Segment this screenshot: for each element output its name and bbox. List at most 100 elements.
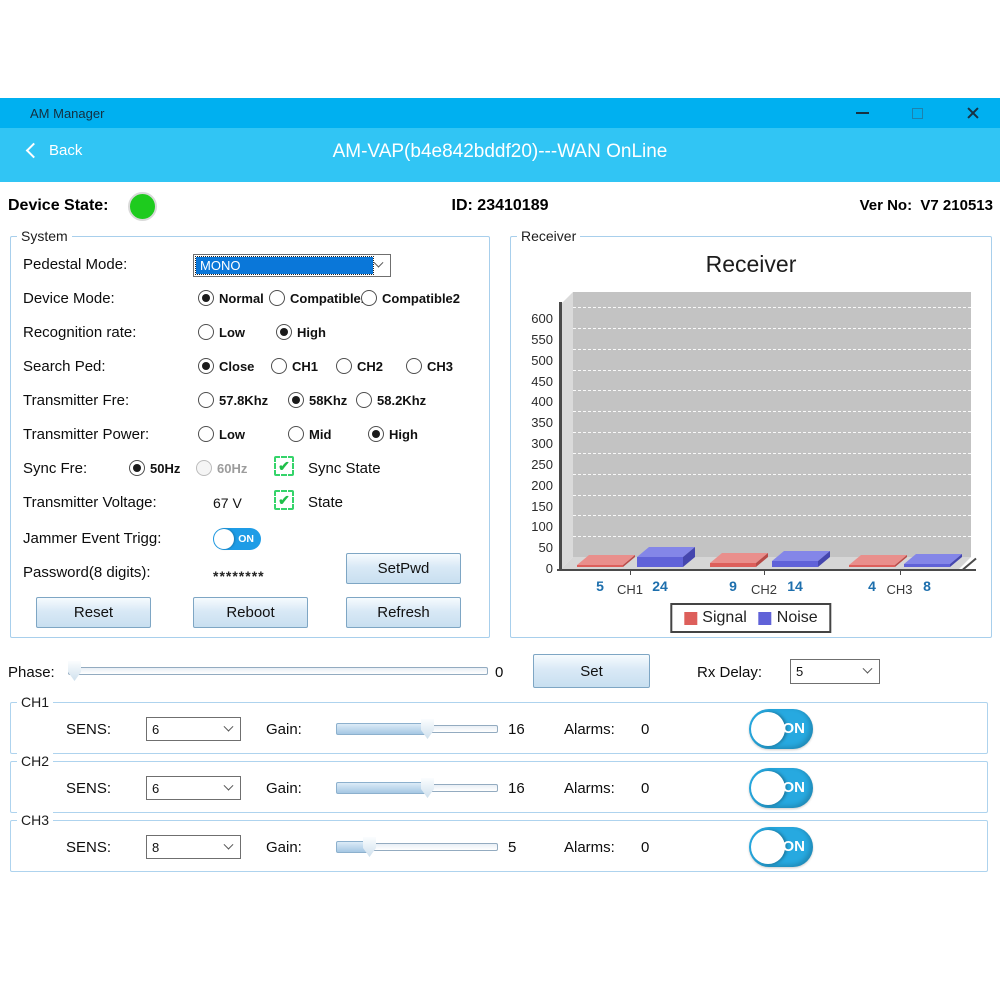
radio-icon <box>198 426 214 442</box>
y-tick-label: 400 <box>513 394 553 409</box>
x-axis-tick <box>764 571 765 575</box>
radio-icon <box>361 290 377 306</box>
gridline <box>573 495 971 496</box>
close-button[interactable] <box>945 98 1000 128</box>
pedestal-mode-select[interactable]: MONO <box>193 254 391 277</box>
legend-label: Noise <box>777 609 818 627</box>
reset-button[interactable]: Reset <box>36 597 151 628</box>
gridline <box>573 515 971 516</box>
radio-device-mode-compatible2[interactable]: Compatible2 <box>361 290 460 306</box>
radio-fre-58[interactable]: 58Khz <box>288 392 347 408</box>
gridline <box>573 328 971 329</box>
ch2-gain-slider[interactable] <box>336 777 498 799</box>
system-group: System Pedestal Mode: MONO Device Mode: … <box>10 236 490 638</box>
jammer-toggle[interactable]: ON <box>213 528 261 550</box>
x-category-label-CH2: CH2 <box>751 582 777 597</box>
radio-search-ped-ch2[interactable]: CH2 <box>336 358 383 374</box>
minimize-button[interactable] <box>835 98 890 128</box>
ch3-sens-select[interactable]: 8 <box>146 835 241 859</box>
bar-front-Noise-CH1 <box>637 557 683 567</box>
ch1-sens-value: 6 <box>147 722 225 737</box>
radio-icon <box>198 392 214 408</box>
radio-recognition-high[interactable]: High <box>276 324 326 340</box>
window-controls <box>835 98 1000 128</box>
toggle-knob <box>751 771 785 805</box>
refresh-button[interactable]: Refresh <box>346 597 461 628</box>
chart-x-axis-line <box>557 569 976 571</box>
radio-power-high[interactable]: High <box>368 426 418 442</box>
status-row: Device State: ID: 23410189 Ver No: V7 21… <box>0 190 1000 226</box>
set-button[interactable]: Set <box>533 654 650 688</box>
setpwd-button[interactable]: SetPwd <box>346 553 461 584</box>
slider-thumb[interactable] <box>421 778 434 798</box>
y-tick-label: 450 <box>513 374 553 389</box>
id-value: 23410189 <box>477 197 548 214</box>
radio-sync-50hz[interactable]: 50Hz <box>129 460 180 476</box>
y-tick-label: 150 <box>513 499 553 514</box>
toggle-state: ON <box>783 838 806 855</box>
radio-search-ped-close[interactable]: Close <box>198 358 254 374</box>
receiver-group: Receiver Receiver 0501001502002503003504… <box>510 236 992 638</box>
gridline <box>573 536 971 537</box>
sync-fre-label: Sync Fre: <box>23 460 87 477</box>
ch2-group-label: CH2 <box>17 753 53 769</box>
ch2-sens-label: SENS: <box>66 780 111 797</box>
bar-front-Signal-CH3 <box>849 565 895 567</box>
legend-swatch-Noise <box>759 612 772 625</box>
ch3-gain-slider[interactable] <box>336 836 498 858</box>
ch3-gain-value: 5 <box>508 839 516 856</box>
transmitter-power-label: Transmitter Power: <box>23 426 149 443</box>
ch1-sens-select[interactable]: 6 <box>146 717 241 741</box>
gridline <box>573 411 971 412</box>
bar-front-Signal-CH1 <box>577 565 623 567</box>
state-checkbox[interactable]: ✔ <box>274 490 294 510</box>
x-axis-tick <box>630 571 631 575</box>
radio-recognition-low[interactable]: Low <box>198 324 245 340</box>
slider-track[interactable] <box>68 667 488 675</box>
radio-icon <box>368 426 384 442</box>
pedestal-mode-value: MONO <box>196 257 373 274</box>
radio-fre-57-8[interactable]: 57.8Khz <box>198 392 268 408</box>
sync-state-checkbox[interactable]: ✔ <box>274 456 294 476</box>
radio-search-ped-ch3[interactable]: CH3 <box>406 358 453 374</box>
radio-search-ped-ch1[interactable]: CH1 <box>271 358 318 374</box>
slider-thumb[interactable] <box>68 661 81 681</box>
legend-swatch-Signal <box>684 612 697 625</box>
radio-device-mode-compatible1[interactable]: Compatible1 <box>269 290 368 306</box>
radio-device-mode-normal[interactable]: Normal <box>198 290 264 306</box>
radio-power-low[interactable]: Low <box>198 426 245 442</box>
bar-front-Signal-CH2 <box>710 563 756 567</box>
ch1-group-label: CH1 <box>17 694 53 710</box>
ch3-toggle[interactable]: ON <box>749 827 813 867</box>
phase-slider[interactable] <box>68 660 488 682</box>
x-value-label-Signal-CH2: 9 <box>729 578 737 594</box>
radio-fre-58-2[interactable]: 58.2Khz <box>356 392 426 408</box>
reboot-button[interactable]: Reboot <box>193 597 308 628</box>
slider-thumb[interactable] <box>421 719 434 739</box>
toggle-state: ON <box>238 533 254 545</box>
ch2-sens-select[interactable]: 6 <box>146 776 241 800</box>
x-value-label-Noise-CH3: 8 <box>923 578 931 594</box>
ch3-group-label: CH3 <box>17 812 53 828</box>
toggle-state: ON <box>783 720 806 737</box>
radio-icon <box>288 426 304 442</box>
ch1-gain-label: Gain: <box>266 721 302 738</box>
receiver-group-label: Receiver <box>517 228 580 244</box>
slider-thumb[interactable] <box>363 837 376 857</box>
chart-legend: SignalNoise <box>670 603 831 633</box>
radio-power-mid[interactable]: Mid <box>288 426 331 442</box>
maximize-button[interactable] <box>890 98 945 128</box>
ch3-alarms-value: 0 <box>641 839 649 856</box>
ch1-gain-slider[interactable] <box>336 718 498 740</box>
toggle-state: ON <box>783 779 806 796</box>
search-ped-label: Search Ped: <box>23 358 106 375</box>
ch2-toggle[interactable]: ON <box>749 768 813 808</box>
rx-delay-select[interactable]: 5 <box>790 659 880 684</box>
slider-fill <box>336 723 426 735</box>
bar-front-Noise-CH2 <box>772 561 818 567</box>
state-label: State <box>308 494 343 511</box>
password-label: Password(8 digits): <box>23 564 151 581</box>
device-id: ID: 23410189 <box>0 197 1000 215</box>
radio-sync-60hz[interactable]: 60Hz <box>196 460 247 476</box>
ch1-toggle[interactable]: ON <box>749 709 813 749</box>
